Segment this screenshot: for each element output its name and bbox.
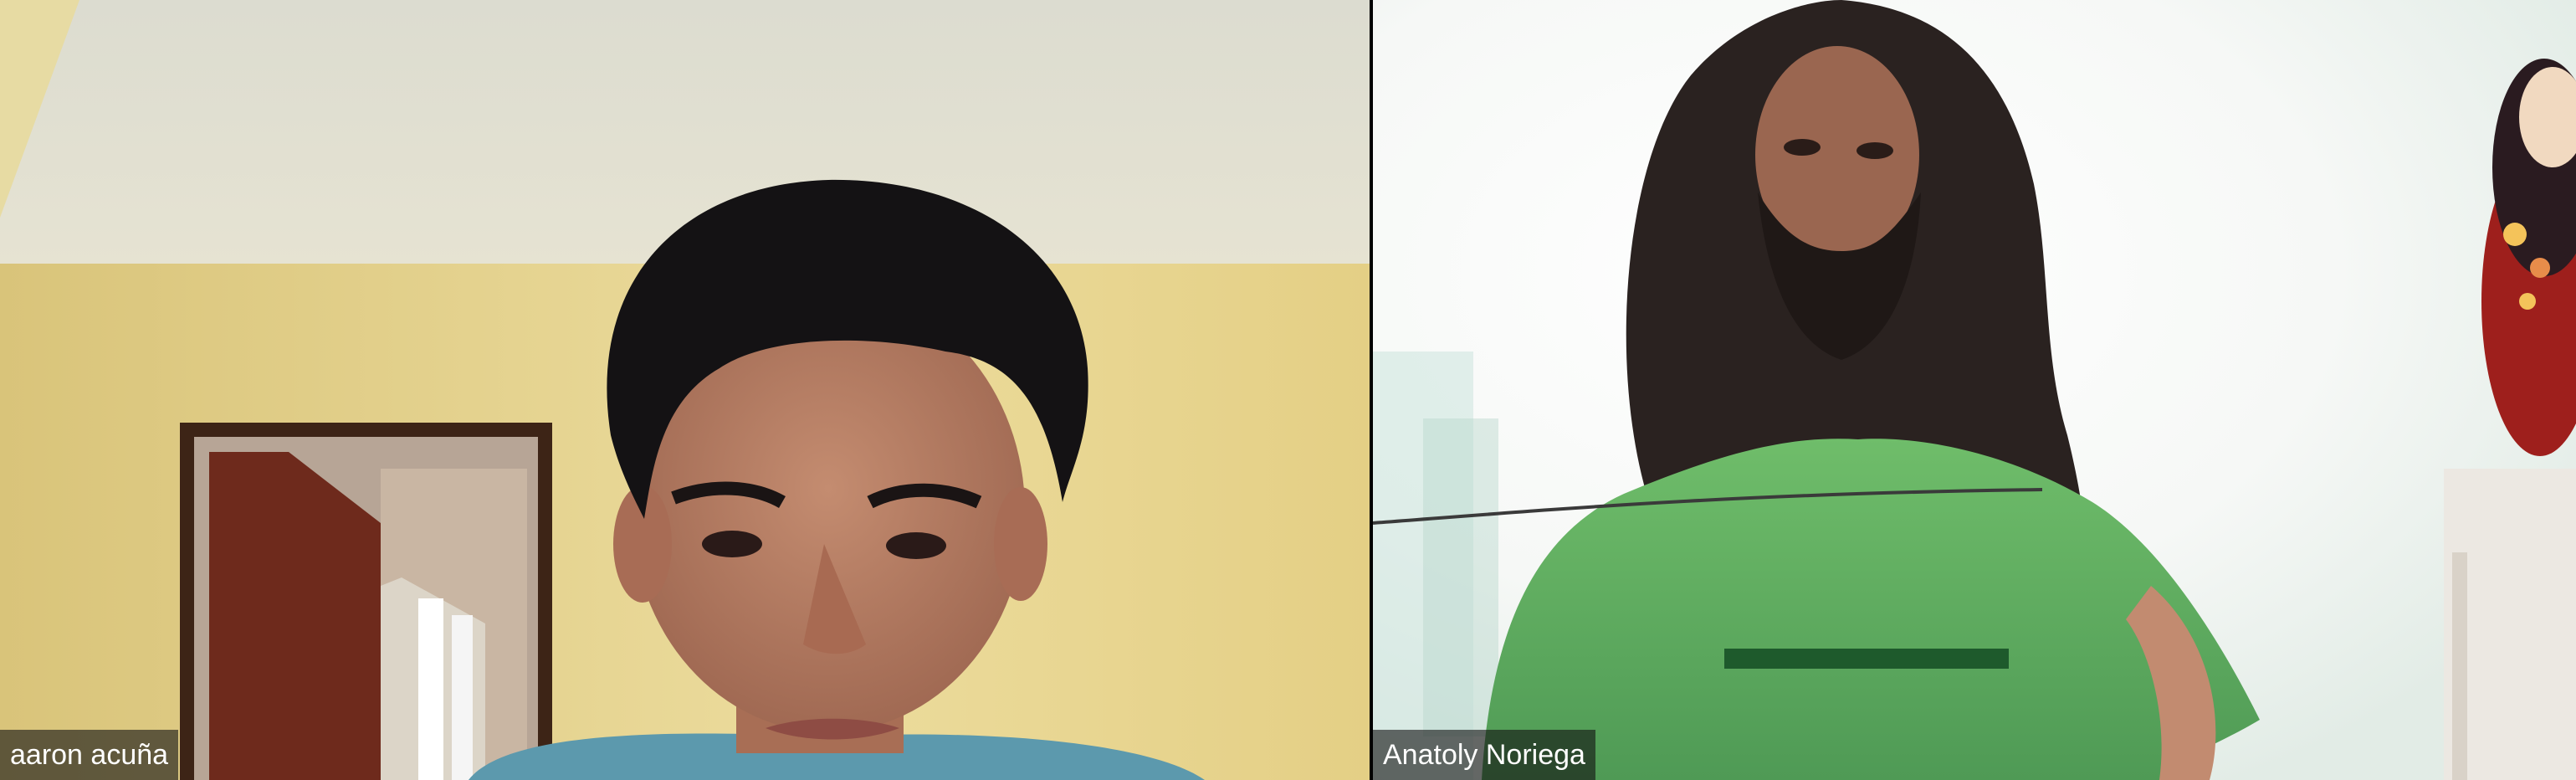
participant-video-2 (1373, 0, 2576, 780)
participant-tile-2[interactable]: Anatoly Noriega (1373, 0, 2576, 780)
participant-tile-1[interactable]: aaron acuña (0, 0, 1370, 780)
participant-name-label: Anatoly Noriega (1373, 730, 1595, 780)
participant-name-label: aaron acuña (0, 730, 179, 780)
participant-video-1 (0, 0, 1370, 780)
video-gallery: aaron acuña Anatoly Noriega (0, 0, 2576, 780)
